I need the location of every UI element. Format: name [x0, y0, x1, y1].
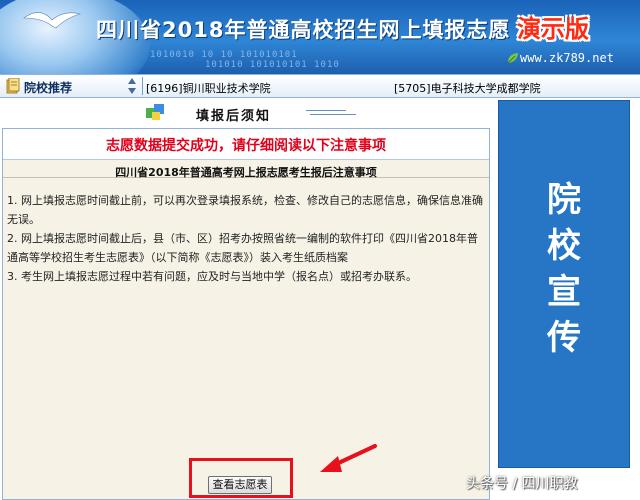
notice-icon [146, 104, 164, 120]
notice-header: 四川省2018年普通高考网上报志愿考生报后注意事项 [3, 161, 489, 179]
notice-panel: 志愿数据提交成功，请仔细阅读以下注意事项 四川省2018年普通高考网上报志愿考生… [2, 128, 490, 500]
notice-item: 1. 网上填报志愿时间截止前，可以再次登录填报系统，检查、修改自己的志愿信息，确… [7, 194, 483, 226]
success-message: 志愿数据提交成功，请仔细阅读以下注意事项 [106, 138, 386, 154]
binary-decoration-2: 101010 101010101 1010 [205, 60, 340, 70]
page-heading: 填报后须知 [0, 98, 490, 128]
school-recommend-bar: 院校推荐 [6196]铜川职业技术学院 [5705]电子科技大学成都学院 [0, 74, 640, 98]
promo-char: 校 [547, 226, 581, 266]
app-title: 四川省2018年普通高校招生网上填报志愿 [96, 18, 511, 42]
promo-vertical-text: 院 校 宣 传 [499, 177, 629, 361]
notice-item: 3. 考生网上填报志愿过程中若有问题，应及时与当地中学（报名点）或招考办联系。 [7, 270, 417, 283]
title-underline [310, 114, 356, 115]
recommend-label: 院校推荐 [24, 81, 73, 95]
header-banner: 1010010 10 10 101010101 101010 101010101… [0, 0, 640, 74]
demo-badge: 演示版 [517, 15, 589, 43]
notice-title: 四川省2018年普通高考网上报志愿考生报后注意事项 [115, 166, 377, 179]
site-url: www.zk789.net [520, 51, 614, 65]
seagull-icon [23, 12, 82, 29]
promo-char: 宣 [547, 272, 581, 312]
promo-char: 传 [547, 318, 581, 358]
title-underline [306, 110, 346, 111]
success-banner: 志愿数据提交成功，请仔细阅读以下注意事项 [3, 129, 489, 160]
view-volunteer-form-button[interactable]: 查看志愿表 [208, 476, 272, 494]
binary-decoration: 1010010 10 10 101010101 [150, 50, 298, 60]
source-watermark: 头条号 / 四川职教 [466, 476, 578, 492]
leaf-icon [507, 53, 518, 64]
recommended-school-link[interactable]: [6196]铜川职业技术学院 [146, 80, 271, 96]
recommend-icon [6, 78, 20, 94]
red-arrow-icon [320, 444, 377, 472]
notice-item: 2. 网上填报志愿时间截止后，县（市、区）招考办按照省统一编制的软件打印《四川省… [7, 232, 478, 264]
school-promo-sidebar: 院 校 宣 传 [498, 100, 630, 468]
page-title: 填报后须知 [196, 109, 272, 124]
promo-char: 院 [547, 180, 581, 220]
divider [142, 77, 143, 95]
scroll-stepper-icon[interactable] [127, 77, 137, 95]
recommended-school-link[interactable]: [5705]电子科技大学成都学院 [394, 80, 541, 96]
notice-list: 1. 网上填报志愿时间截止前，可以再次登录填报系统，检查、修改自己的志愿信息，确… [7, 191, 483, 286]
